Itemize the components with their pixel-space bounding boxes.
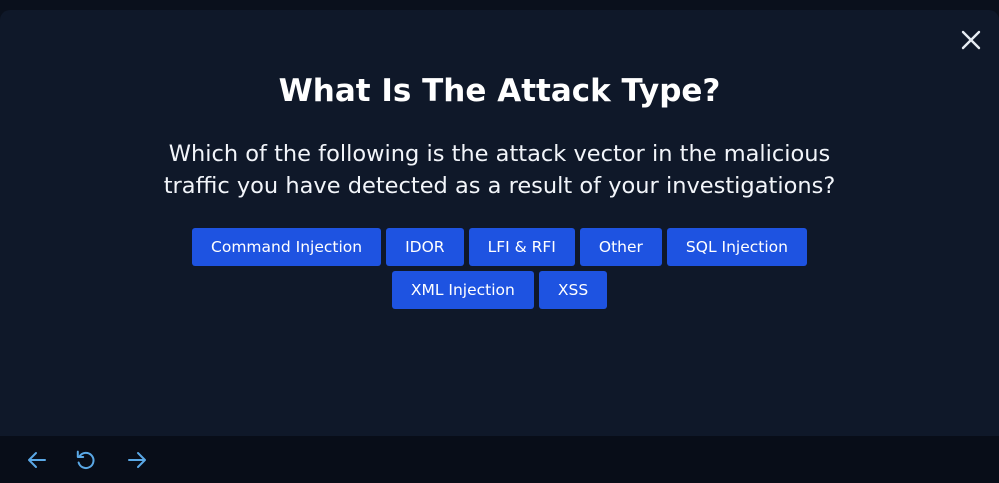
attack-type-modal: What Is The Attack Type? Which of the fo…	[0, 10, 999, 436]
option-other-button[interactable]: Other	[579, 228, 662, 266]
arrow-right-icon	[128, 452, 146, 468]
option-lfi-rfi-button[interactable]: LFI & RFI	[468, 228, 575, 266]
forward-button[interactable]	[125, 448, 149, 472]
close-button[interactable]	[957, 26, 985, 54]
answer-options: Command Injection IDOR LFI & RFI Other S…	[150, 228, 849, 309]
bottom-navbar	[0, 436, 999, 483]
option-xss-button[interactable]: XSS	[538, 271, 608, 309]
back-button[interactable]	[25, 448, 49, 472]
rotate-ccw-icon	[76, 450, 95, 469]
arrow-left-icon	[28, 452, 46, 468]
modal-title: What Is The Attack Type?	[278, 73, 721, 109]
option-xml-injection-button[interactable]: XML Injection	[391, 271, 534, 309]
close-icon	[961, 30, 981, 50]
option-idor-button[interactable]: IDOR	[386, 228, 464, 266]
option-command-injection-button[interactable]: Command Injection	[192, 228, 382, 266]
question-text: Which of the following is the attack vec…	[163, 141, 836, 199]
option-sql-injection-button[interactable]: SQL Injection	[666, 228, 807, 266]
reset-button[interactable]	[74, 448, 98, 472]
